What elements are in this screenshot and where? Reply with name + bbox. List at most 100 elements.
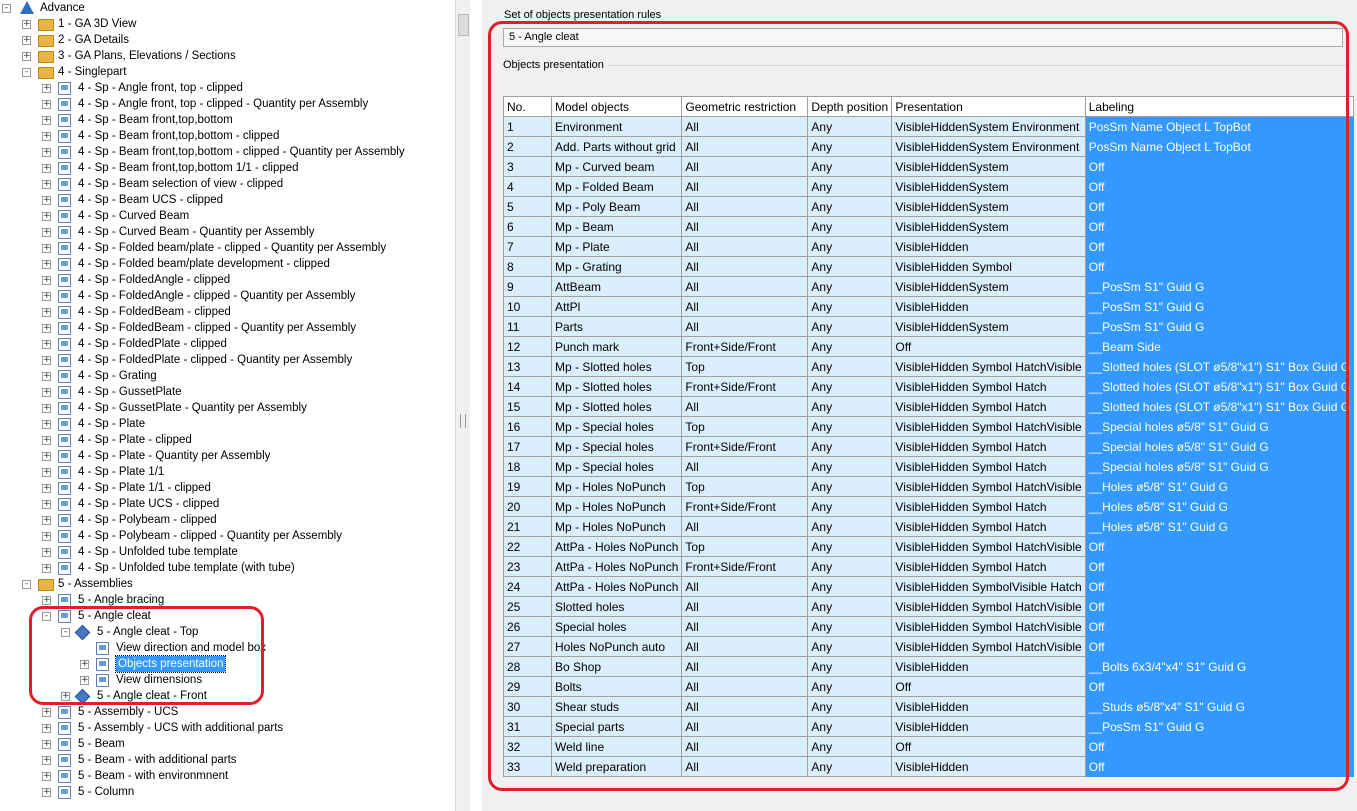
cell-geometric-restriction[interactable]: Front+Side/Front [681,376,809,397]
expand-icon[interactable]: + [42,740,51,749]
cell-presentation[interactable]: VisibleHidden Symbol HatchVisible [891,596,1086,617]
cell-model-objects[interactable]: Shear studs [550,696,683,717]
expand-icon[interactable]: + [42,148,51,157]
expand-icon[interactable]: + [42,532,51,541]
cell-depth-position[interactable]: Any [807,116,893,137]
table-row[interactable]: 6 Mp - Beam All Any VisibleHiddenSystem Off [503,216,1355,237]
cell-labeling[interactable]: Off [1084,256,1355,277]
expand-icon[interactable]: + [42,596,51,605]
expand-icon[interactable]: + [80,676,89,685]
cell-depth-position[interactable]: Any [807,396,893,417]
table-row[interactable]: 19 Mp - Holes NoPunch Top Any VisibleHidden … [503,476,1355,497]
cell-geometric-restriction[interactable]: All [681,736,809,757]
expand-icon[interactable]: + [42,244,51,253]
cell-no[interactable]: 3 [503,156,552,177]
expand-icon[interactable]: + [42,708,51,717]
cell-presentation[interactable]: VisibleHidden [891,296,1086,317]
cell-no[interactable]: 25 [503,596,552,617]
cell-geometric-restriction[interactable]: Front+Side/Front [681,336,809,357]
cell-presentation[interactable]: VisibleHidden SymbolVisible Hatch [891,576,1086,597]
cell-no[interactable]: 13 [503,356,552,377]
expand-icon[interactable]: + [42,116,51,125]
table-row[interactable]: 8 Mp - Grating All Any VisibleHidden Symbol O… [503,256,1355,277]
table-row[interactable]: 9 AttBeam All Any VisibleHiddenSystem __PosSm… [503,276,1355,297]
column-header[interactable]: Labeling [1084,96,1355,117]
column-header[interactable]: Presentation [891,96,1086,117]
table-row[interactable]: 23 AttPa - Holes NoPunch Front+Side/Front A… [503,556,1355,577]
cell-geometric-restriction[interactable]: All [681,396,809,417]
cell-no[interactable]: 17 [503,436,552,457]
cell-presentation[interactable]: VisibleHiddenSystem [891,176,1086,197]
expand-icon[interactable]: + [42,100,51,109]
cell-labeling[interactable]: __Special holes ø5/8" S1" Guid G [1084,416,1355,437]
expand-icon[interactable]: + [42,484,51,493]
cell-model-objects[interactable]: AttPa - Holes NoPunch [550,576,683,597]
cell-labeling[interactable]: Off [1084,216,1355,237]
expand-icon[interactable]: + [42,292,51,301]
cell-depth-position[interactable]: Any [807,276,893,297]
cell-labeling[interactable]: Off [1084,176,1355,197]
cell-depth-position[interactable]: Any [807,316,893,337]
cell-presentation[interactable]: VisibleHidden Symbol HatchVisible [891,356,1086,377]
cell-no[interactable]: 23 [503,556,552,577]
expand-icon[interactable]: + [42,724,51,733]
cell-no[interactable]: 14 [503,376,552,397]
cell-depth-position[interactable]: Any [807,676,893,697]
cell-presentation[interactable]: Off [891,676,1086,697]
cell-model-objects[interactable]: Mp - Holes NoPunch [550,476,683,497]
cell-depth-position[interactable]: Any [807,356,893,377]
cell-model-objects[interactable]: AttPa - Holes NoPunch [550,556,683,577]
cell-model-objects[interactable]: Mp - Folded Beam [550,176,683,197]
cell-depth-position[interactable]: Any [807,476,893,497]
cell-presentation[interactable]: VisibleHidden Symbol Hatch [891,456,1086,477]
cell-depth-position[interactable]: Any [807,736,893,757]
cell-geometric-restriction[interactable]: Top [681,536,809,557]
expand-icon[interactable]: + [22,36,31,45]
cell-geometric-restriction[interactable]: Front+Side/Front [681,496,809,517]
expand-icon[interactable]: + [42,788,51,797]
cell-geometric-restriction[interactable]: All [681,256,809,277]
table-row[interactable]: 32 Weld line All Any Off Off [503,736,1355,757]
cell-depth-position[interactable]: Any [807,256,893,277]
cell-depth-position[interactable]: Any [807,436,893,457]
cell-model-objects[interactable]: AttPa - Holes NoPunch [550,536,683,557]
cell-no[interactable]: 27 [503,636,552,657]
cell-model-objects[interactable]: Parts [550,316,683,337]
expand-icon[interactable]: + [42,308,51,317]
cell-geometric-restriction[interactable]: Front+Side/Front [681,556,809,577]
cell-labeling[interactable]: __Holes ø5/8" S1" Guid G [1084,496,1355,517]
expand-icon[interactable]: + [42,436,51,445]
cell-depth-position[interactable]: Any [807,576,893,597]
cell-geometric-restriction[interactable]: All [681,156,809,177]
cell-no[interactable]: 21 [503,516,552,537]
cell-no[interactable]: 8 [503,256,552,277]
table-row[interactable]: 11 Parts All Any VisibleHiddenSystem __PosSm … [503,316,1355,337]
cell-depth-position[interactable]: Any [807,756,893,777]
table-row[interactable]: 24 AttPa - Holes NoPunch All Any VisibleHidd… [503,576,1355,597]
table-row[interactable]: 15 Mp - Slotted holes All Any VisibleHidden … [503,396,1355,417]
cell-labeling[interactable]: __Bolts 6x3/4"x4" S1" Guid G [1084,656,1355,677]
cell-geometric-restriction[interactable]: All [681,196,809,217]
cell-depth-position[interactable]: Any [807,556,893,577]
cell-presentation[interactable]: VisibleHidden Symbol Hatch [891,376,1086,397]
cell-no[interactable]: 7 [503,236,552,257]
table-row[interactable]: 4 Mp - Folded Beam All Any VisibleHiddenSyst… [503,176,1355,197]
cell-presentation[interactable]: VisibleHidden [891,756,1086,777]
expand-icon[interactable]: + [42,260,51,269]
cell-labeling[interactable]: __PosSm S1" Guid G [1084,276,1355,297]
table-row[interactable]: 5 Mp - Poly Beam All Any VisibleHiddenSystem… [503,196,1355,217]
expand-icon[interactable]: + [80,660,89,669]
cell-no[interactable]: 9 [503,276,552,297]
expand-icon[interactable]: + [22,52,31,61]
cell-depth-position[interactable]: Any [807,416,893,437]
cell-depth-position[interactable]: Any [807,196,893,217]
cell-model-objects[interactable]: Special parts [550,716,683,737]
cell-presentation[interactable]: VisibleHidden Symbol Hatch [891,496,1086,517]
table-row[interactable]: 21 Mp - Holes NoPunch All Any VisibleHidden … [503,516,1355,537]
cell-presentation[interactable]: VisibleHiddenSystem [891,316,1086,337]
cell-depth-position[interactable]: Any [807,136,893,157]
cell-depth-position[interactable]: Any [807,656,893,677]
cell-no[interactable]: 6 [503,216,552,237]
objects-presentation-grid[interactable]: No. Model objects Geometric restriction Dep… [503,96,1355,777]
cell-geometric-restriction[interactable]: All [681,296,809,317]
